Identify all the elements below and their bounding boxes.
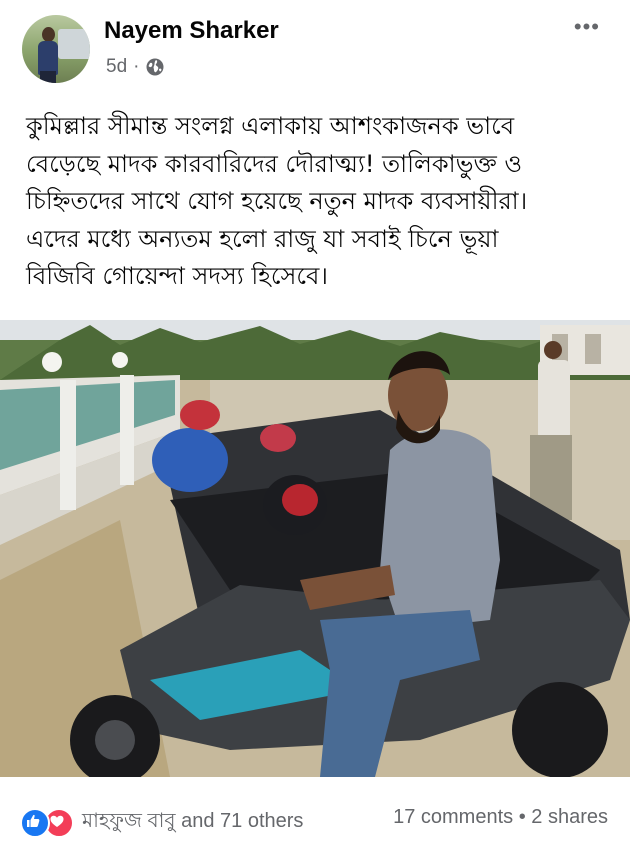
globe-icon[interactable] [145, 57, 165, 77]
reaction-icons[interactable] [20, 808, 74, 838]
avatar-background-wall [58, 29, 90, 59]
avatar-person-legs [40, 71, 56, 83]
post-photo[interactable] [0, 320, 630, 777]
post-meta: 5d · [106, 56, 165, 78]
photo-rider-shirt [380, 429, 500, 630]
photo-pillar [60, 380, 76, 510]
meta-separator: · [133, 56, 140, 77]
photo-helmet-red [180, 400, 220, 430]
photo-lamp [112, 352, 128, 368]
post-text: কুমিল্লার সীমান্ত সংলগ্ন এলাকায় আশংকাজন… [26, 108, 616, 296]
photo-helmet-red [260, 424, 296, 452]
photo-bystander-head [544, 341, 562, 359]
more-options-icon[interactable]: ••• [574, 14, 600, 40]
post-text-line: কুমিল্লার সীমান্ত সংলগ্ন এলাকায় আশংকাজন… [26, 112, 515, 140]
photo-pillar [120, 375, 134, 485]
avatar-person-body [38, 41, 58, 75]
avatar-person-head [42, 27, 55, 42]
photo-front-wheel-hub [95, 720, 135, 760]
post-text-line: চিহ্নিতদের সাথে যোগ হয়েছে নতুন মাদক ব্য… [26, 187, 528, 215]
like-icon [20, 808, 50, 838]
author-avatar[interactable] [22, 15, 90, 83]
author-name[interactable]: Nayem Sharker [104, 17, 279, 45]
photo-scene [0, 320, 630, 777]
post-time[interactable]: 5d [106, 56, 127, 78]
comments-count[interactable]: 17 comments [393, 806, 513, 828]
photo-rear-wheel [512, 682, 608, 777]
engagement-counts: 17 comments • 2 shares [393, 806, 608, 829]
shares-count[interactable]: 2 shares [531, 806, 608, 828]
photo-bystander-shirt [538, 360, 570, 440]
post-header: Nayem Sharker 5d · ••• [0, 0, 630, 90]
photo-helmet-blue [152, 428, 228, 492]
counts-separator: • [518, 806, 526, 828]
post-text-line: এদের মধ্যে অন্যতম হলো রাজু যা সবাই চিনে … [26, 224, 499, 253]
photo-building-window [585, 334, 601, 364]
photo-lamp [42, 352, 62, 372]
post-text-line: বিজিবি গোয়েন্দা সদস্য হিসেবে। [26, 262, 328, 290]
reaction-summary[interactable]: মাহফুজ বাবু and 71 others [82, 806, 303, 839]
post-text-line: বেড়েছে মাদক কারবারিদের দৌরাত্ম্য! তালিক… [26, 149, 523, 178]
photo-helmet-red-visor [282, 484, 318, 516]
